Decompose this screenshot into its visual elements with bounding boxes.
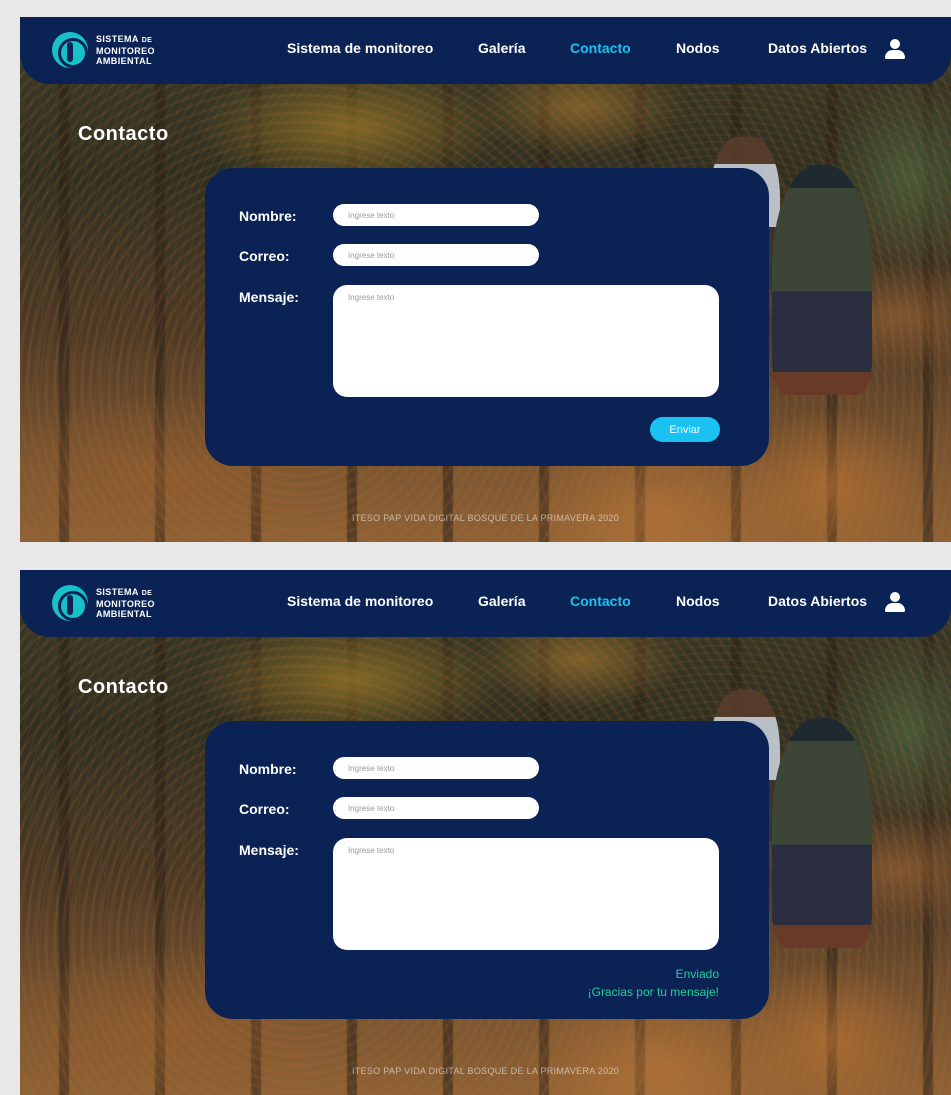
footer-credit: ITESO PAP VIDA DIGITAL BOSQUE DE LA PRIM… bbox=[351, 513, 620, 523]
thank-you-message: ¡Gracias por tu mensaje! bbox=[587, 985, 719, 999]
contact-sent-screen: SISTEMA DE MONITOREO AMBIENTAL Sistema d… bbox=[20, 570, 951, 1095]
nav-link-galeria[interactable]: Galería bbox=[478, 593, 525, 609]
message-field[interactable] bbox=[333, 285, 719, 397]
page-title: Contacto bbox=[78, 676, 169, 698]
user-icon[interactable] bbox=[885, 39, 905, 59]
page-title: Contacto bbox=[78, 123, 169, 145]
navbar: SISTEMA DE MONITOREO AMBIENTAL Sistema d… bbox=[20, 570, 951, 637]
email-label: Correo: bbox=[239, 801, 290, 817]
nav-link-sistema[interactable]: Sistema de monitoreo bbox=[287, 40, 433, 56]
user-icon[interactable] bbox=[885, 592, 905, 612]
logo-icon[interactable] bbox=[52, 32, 88, 68]
name-field[interactable] bbox=[333, 204, 539, 226]
hiker-figure bbox=[772, 718, 872, 948]
nav-link-nodos[interactable]: Nodos bbox=[676, 40, 720, 56]
nav-link-sistema[interactable]: Sistema de monitoreo bbox=[287, 593, 433, 609]
email-field[interactable] bbox=[333, 244, 539, 266]
logo-icon[interactable] bbox=[52, 585, 88, 621]
footer-credit: ITESO PAP VIDA DIGITAL BOSQUE DE LA PRIM… bbox=[351, 1066, 620, 1076]
send-button[interactable]: Enviar bbox=[650, 417, 720, 442]
message-label: Mensaje: bbox=[239, 842, 299, 858]
message-label: Mensaje: bbox=[239, 289, 299, 305]
name-label: Nombre: bbox=[239, 208, 297, 224]
nav-link-galeria[interactable]: Galería bbox=[478, 40, 525, 56]
nav-link-datos-abiertos[interactable]: Datos Abiertos bbox=[768, 40, 867, 56]
contact-form-screen: SISTEMA DE MONITOREO AMBIENTAL Sistema d… bbox=[20, 17, 951, 542]
contact-form: Nombre: Correo: Mensaje: Enviar bbox=[205, 168, 769, 466]
nav-link-nodos[interactable]: Nodos bbox=[676, 593, 720, 609]
navbar: SISTEMA DE MONITOREO AMBIENTAL Sistema d… bbox=[20, 17, 951, 84]
hiker-figure bbox=[772, 165, 872, 395]
brand-name: SISTEMA DE MONITOREO AMBIENTAL bbox=[96, 34, 155, 66]
message-field[interactable] bbox=[333, 838, 719, 950]
brand-name: SISTEMA DE MONITOREO AMBIENTAL bbox=[96, 587, 155, 619]
name-field[interactable] bbox=[333, 757, 539, 779]
contact-form: Nombre: Correo: Mensaje: Enviado ¡Gracia… bbox=[205, 721, 769, 1019]
name-label: Nombre: bbox=[239, 761, 297, 777]
email-label: Correo: bbox=[239, 248, 290, 264]
nav-link-contacto[interactable]: Contacto bbox=[570, 593, 631, 609]
email-field[interactable] bbox=[333, 797, 539, 819]
sent-status: Enviado bbox=[675, 967, 719, 981]
nav-link-datos-abiertos[interactable]: Datos Abiertos bbox=[768, 593, 867, 609]
nav-link-contacto[interactable]: Contacto bbox=[570, 40, 631, 56]
